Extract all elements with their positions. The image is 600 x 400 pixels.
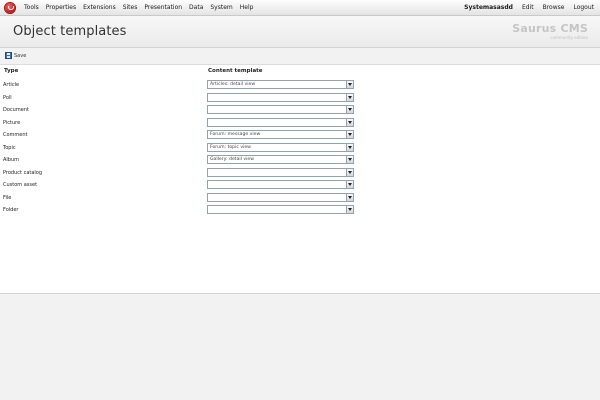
menu-item-sites[interactable]: Sites [120, 0, 141, 16]
page-header: Object templates Saurus CMS community ed… [0, 16, 600, 48]
chevron-down-icon[interactable] [346, 156, 353, 163]
chevron-down-icon[interactable] [346, 106, 353, 113]
template-select-comment[interactable]: Forum: message view [207, 130, 354, 139]
menu-item-system[interactable]: System [207, 0, 235, 16]
template-select-article[interactable]: Articles: detail view [207, 80, 354, 89]
select-value: Gallery: detail view [210, 157, 254, 162]
save-button[interactable]: Save [5, 52, 26, 59]
template-select-custom-asset[interactable] [207, 180, 354, 189]
table-row: Picture [0, 117, 600, 130]
object-templates-table: Type Content template Article Articles: … [0, 65, 600, 294]
select-value: Forum: topic view [210, 144, 251, 150]
select-value: Forum: message view [210, 132, 261, 137]
template-select-document[interactable] [207, 105, 354, 114]
chevron-down-icon[interactable] [346, 143, 353, 151]
row-label-album: Album [3, 157, 20, 163]
chevron-down-icon[interactable] [346, 118, 353, 126]
save-button-label: Save [14, 52, 27, 59]
row-label-picture: Picture [3, 119, 21, 126]
row-label-poll: Poll [3, 94, 12, 101]
table-row: Article Articles: detail view [0, 80, 600, 92]
table-row: Folder [0, 205, 600, 217]
table-row: Poll [0, 92, 600, 105]
chevron-down-icon[interactable] [346, 93, 353, 101]
table-row: Custom asset [0, 180, 600, 192]
column-header-content-template: Content template [208, 68, 263, 74]
row-label-file: File [3, 194, 12, 201]
current-user-name[interactable]: Systemasasdd [464, 0, 513, 16]
chevron-down-icon[interactable] [346, 181, 353, 188]
menu-item-help[interactable]: Help [237, 0, 257, 16]
menu-item-presentation[interactable]: Presentation [141, 0, 185, 16]
top-menu-bar: Tools Properties Extensions Sites Presen… [0, 0, 600, 16]
table-row: Topic Forum: topic view [0, 142, 600, 155]
template-select-topic[interactable]: Forum: topic view [207, 142, 354, 152]
table-row: Comment Forum: message view [0, 130, 600, 142]
main-menu: Tools Properties Extensions Sites Presen… [21, 0, 257, 16]
row-label-custom-asset: Custom asset [3, 182, 38, 188]
row-label-folder: Folder [3, 207, 19, 213]
menu-item-properties[interactable]: Properties [43, 0, 79, 16]
chevron-down-icon[interactable] [346, 131, 353, 138]
floppy-disk-icon [5, 52, 12, 59]
logout-link[interactable]: Logout [573, 0, 594, 16]
toolbar: Save [0, 48, 600, 65]
chevron-down-icon[interactable] [346, 193, 353, 201]
menu-item-tools[interactable]: Tools [21, 0, 42, 16]
edit-link[interactable]: Edit [522, 0, 534, 16]
template-select-album[interactable]: Gallery: detail view [207, 155, 354, 164]
row-label-document: Document [3, 107, 29, 113]
brand-edition: community edition [550, 35, 588, 40]
table-row: File [0, 192, 600, 205]
browse-link[interactable]: Browse [543, 0, 565, 16]
template-select-product-catalog[interactable] [207, 167, 354, 177]
select-value: Articles: detail view [210, 82, 256, 87]
page-title: Object templates [13, 24, 127, 39]
table-row: Product catalog [0, 167, 600, 180]
row-label-topic: Topic [3, 144, 16, 151]
template-select-folder[interactable] [207, 205, 354, 214]
chevron-down-icon[interactable] [346, 206, 353, 213]
saurus-logo-icon[interactable] [5, 3, 15, 13]
menu-item-extensions[interactable]: Extensions [80, 0, 119, 16]
user-menu: Systemasasdd Edit Browse Logout [464, 0, 594, 16]
menu-item-data[interactable]: Data [186, 0, 206, 16]
row-label-comment: Comment [3, 132, 28, 138]
column-header-type: Type [4, 68, 19, 74]
chevron-down-icon[interactable] [346, 168, 353, 176]
brand-name: Saurus CMS [512, 22, 588, 35]
template-select-poll[interactable] [207, 92, 354, 102]
brand-logo: Saurus CMS community edition [512, 22, 588, 40]
row-label-article: Article [3, 82, 20, 88]
table-row: Document [0, 105, 600, 117]
template-select-picture[interactable] [207, 117, 354, 127]
table-row: Album Gallery: detail view [0, 155, 600, 167]
chevron-down-icon[interactable] [346, 81, 353, 88]
template-select-file[interactable] [207, 192, 354, 202]
row-label-product-catalog: Product catalog [3, 169, 43, 176]
